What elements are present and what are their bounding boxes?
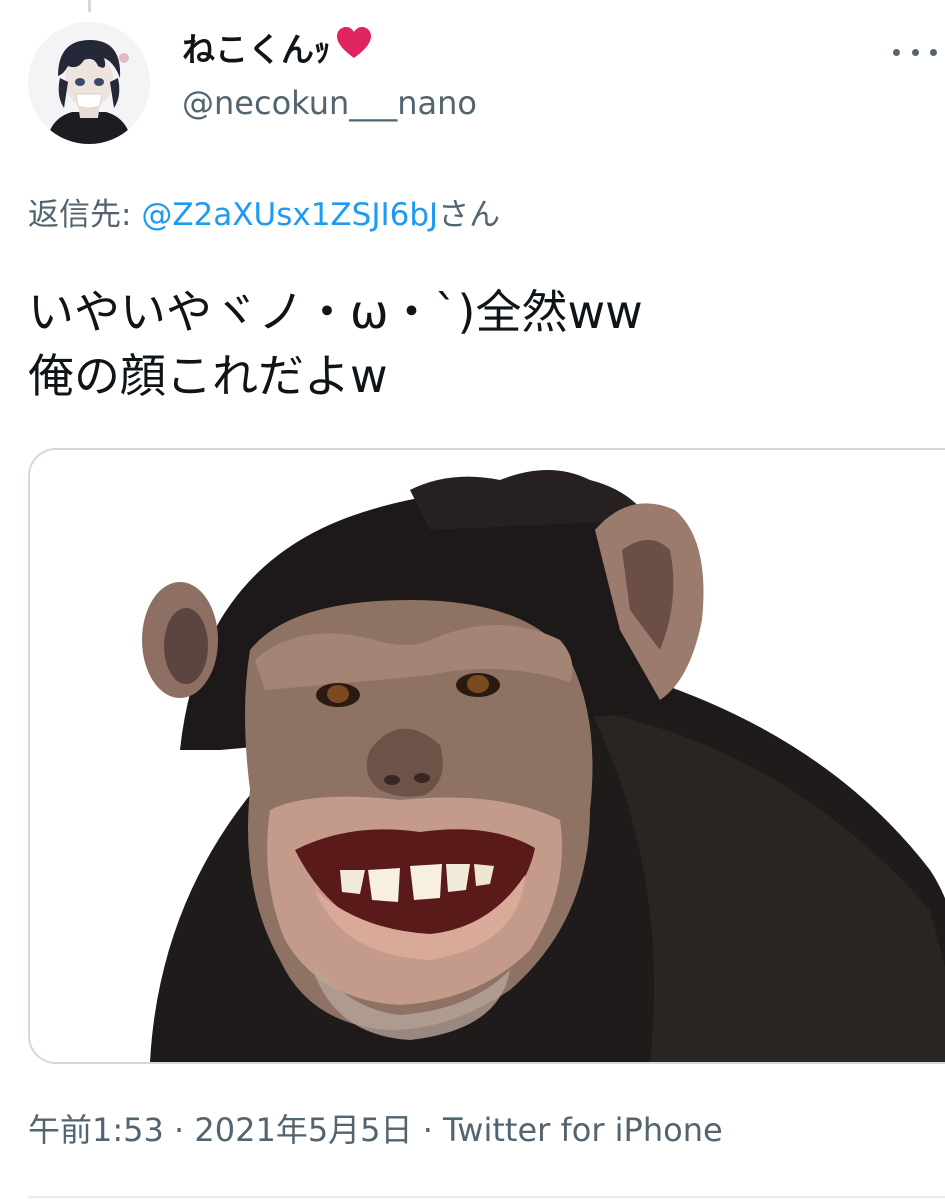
display-name-text: ねこくんｯ (182, 30, 331, 69)
chimpanzee-photo (30, 450, 945, 1062)
display-name[interactable]: ねこくんｯ (182, 26, 371, 74)
tweet-text-line: 俺の顔これだよw (28, 349, 388, 403)
divider (28, 1196, 945, 1198)
more-dot-icon (911, 48, 919, 56)
tweet-media-image[interactable] (28, 448, 945, 1064)
reply-to-suffix: さん (438, 197, 501, 233)
red-heart-icon (336, 26, 371, 70)
tweet-text-line: いやいやヾノ・ω・`)全然ww (28, 285, 643, 339)
more-dot-icon (893, 48, 900, 56)
thread-connector-line (88, 0, 91, 12)
user-handle[interactable]: @necokun___nano (182, 82, 477, 124)
reply-to-prefix: 返信先: (28, 197, 142, 233)
tweet-text: いやいやヾノ・ω・`)全然ww 俺の顔これだよw (28, 280, 928, 408)
reply-to-line: 返信先: @Z2aXUsx1ZSJI6bJさん (28, 194, 500, 236)
reply-mention-link[interactable]: @Z2aXUsx1ZSJI6bJ (141, 197, 438, 233)
tweet-timestamp-source[interactable]: 午前1:53 · 2021年5月5日 · Twitter for iPhone (28, 1108, 723, 1152)
avatar-image (28, 22, 150, 144)
more-options-button[interactable] (893, 38, 937, 66)
avatar[interactable] (28, 22, 150, 144)
more-dot-icon (930, 48, 937, 56)
